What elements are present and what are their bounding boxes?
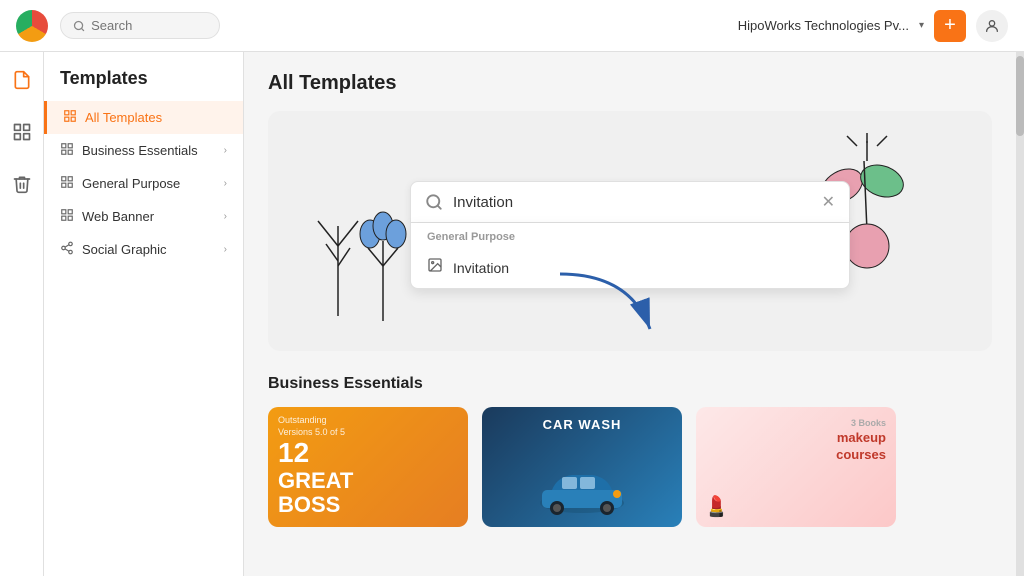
sidebar-item-business-essentials[interactable]: Business Essentials › <box>44 134 243 167</box>
navbar-right: HipoWorks Technologies Pv... ▾ + <box>738 10 1008 42</box>
chevron-down-icon: ▾ <box>919 20 924 31</box>
template-card-grid: OutstandingVersions 5.0 of 5 12 GREAT BO… <box>268 407 992 527</box>
web-banner-icon <box>60 208 74 225</box>
hero-banner: Create beautiful documents <box>268 111 992 351</box>
navbar: HipoWorks Technologies Pv... ▾ + <box>0 0 1024 52</box>
scrollbar-thumb[interactable] <box>1016 56 1024 136</box>
sidebar-item-label: General Purpose <box>82 176 180 191</box>
business-essentials-icon <box>60 142 74 159</box>
card-text-carwash: CAR WASH <box>543 417 622 432</box>
chevron-right-icon: › <box>224 145 227 156</box>
person-icon <box>984 18 1000 34</box>
main-layout: Templates All Templates Business Essenti… <box>0 52 1024 576</box>
search-dropdown-icon <box>425 193 443 211</box>
sidebar-item-general-purpose[interactable]: General Purpose › <box>44 167 243 200</box>
search-category-label: General Purpose <box>411 223 849 247</box>
card-text-makeup: 3 Books makeup courses <box>836 417 886 464</box>
global-search-input[interactable] <box>91 18 207 33</box>
global-search-bar[interactable] <box>60 12 220 39</box>
card-text-boss: 12 GREAT BOSS <box>278 438 353 517</box>
sidebar-item-label: All Templates <box>85 110 162 125</box>
chevron-right-icon: › <box>224 244 227 255</box>
user-button[interactable] <box>976 10 1008 42</box>
content-area: All Templates <box>244 52 1016 576</box>
add-button[interactable]: + <box>934 10 966 42</box>
page-title: All Templates <box>268 72 992 95</box>
template-card-carwash[interactable]: CAR WASH <box>482 407 682 527</box>
sidebar-item-label: Business Essentials <box>82 143 198 158</box>
sidebar-icon-document[interactable] <box>6 64 38 96</box>
app-logo <box>16 10 48 42</box>
social-graphic-icon <box>60 241 74 258</box>
chevron-right-icon: › <box>224 178 227 189</box>
template-card-makeup[interactable]: 3 Books makeup courses 💄 <box>696 407 896 527</box>
icon-sidebar <box>0 52 44 576</box>
sidebar-item-social-graphic[interactable]: Social Graphic › <box>44 233 243 266</box>
scrollbar[interactable] <box>1016 52 1024 576</box>
sidebar-item-all-templates[interactable]: All Templates <box>44 101 243 134</box>
template-search-input[interactable] <box>453 194 812 211</box>
search-dropdown-input-bar[interactable]: ✕ <box>410 181 850 223</box>
search-dropdown: ✕ General Purpose Invitation <box>410 181 850 289</box>
sidebar-icon-trash[interactable] <box>6 168 38 200</box>
clear-search-icon[interactable]: ✕ <box>822 192 835 212</box>
result-image-icon <box>427 257 443 278</box>
company-name: HipoWorks Technologies Pv... <box>738 18 909 33</box>
sidebar-icon-files[interactable] <box>6 116 38 148</box>
left-sidebar: Templates All Templates Business Essenti… <box>44 52 244 576</box>
general-purpose-icon <box>60 175 74 192</box>
search-icon <box>73 19 85 33</box>
business-essentials-section: Business Essentials OutstandingVersions … <box>268 375 992 527</box>
section-title: Business Essentials <box>268 375 992 393</box>
chevron-right-icon: › <box>224 211 227 222</box>
result-item-label: Invitation <box>453 260 509 276</box>
sidebar-item-label: Social Graphic <box>82 242 167 257</box>
sidebar-item-web-banner[interactable]: Web Banner › <box>44 200 243 233</box>
all-templates-icon <box>63 109 77 126</box>
template-card-boss[interactable]: OutstandingVersions 5.0 of 5 12 GREAT BO… <box>268 407 468 527</box>
sidebar-title: Templates <box>44 68 243 101</box>
arrow-pointer <box>550 264 670 349</box>
sidebar-item-label: Web Banner <box>82 209 154 224</box>
